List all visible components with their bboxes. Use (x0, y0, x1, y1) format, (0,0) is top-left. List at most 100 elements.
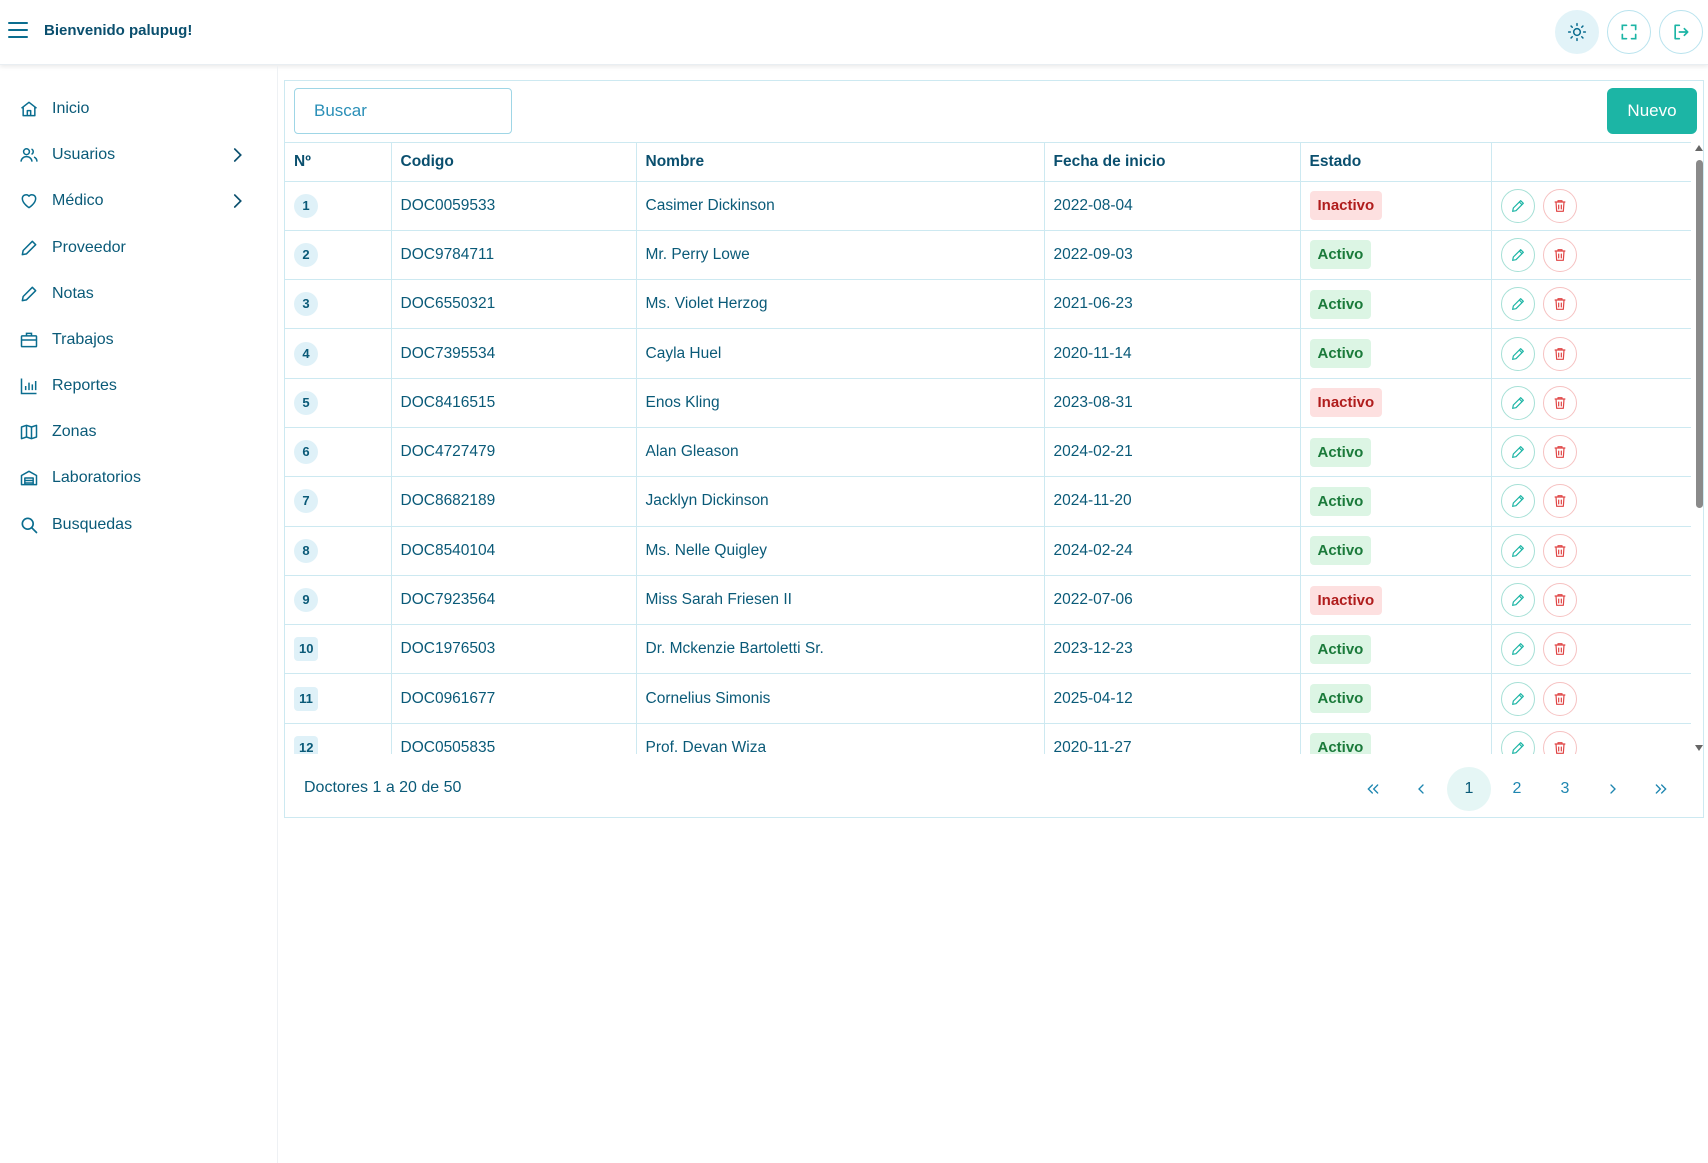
hamburger-menu-icon[interactable] (8, 22, 28, 40)
cell-acciones (1491, 624, 1691, 675)
trash-icon (1552, 740, 1568, 754)
sidebar-item-medico[interactable]: Médico (18, 184, 258, 218)
table-body: 1 DOC0059533 Casimer Dickinson 2022-08-04 In… (285, 181, 1691, 754)
delete-button[interactable] (1542, 484, 1577, 519)
cell-estado: Activo (1300, 673, 1492, 724)
edit-button[interactable] (1500, 681, 1535, 716)
table-row: 3 DOC6550321 Ms. Violet Herzog 2021-06-23 Ac… (285, 279, 1691, 330)
pencil-icon (1510, 346, 1526, 362)
edit-button[interactable] (1500, 188, 1535, 223)
cell-fecha: 2024-02-24 (1044, 526, 1301, 576)
scroll-thumb[interactable] (1696, 160, 1703, 508)
row-number-badge: 3 (294, 292, 318, 317)
sidebar-item-label: Notas (52, 285, 94, 302)
delete-button[interactable] (1542, 385, 1577, 420)
pencil-icon (1510, 740, 1526, 754)
delete-button[interactable] (1542, 632, 1577, 667)
search-input[interactable] (294, 88, 512, 134)
fullscreen-icon (1621, 24, 1637, 40)
cell-acciones (1491, 181, 1691, 231)
table-row: 2 DOC9784711 Mr. Perry Lowe 2022-09-03 Activ… (285, 230, 1691, 281)
pencil-icon (1510, 493, 1526, 509)
next-page-button[interactable] (1591, 767, 1635, 811)
sidebar-item-inicio[interactable]: Inicio (18, 92, 258, 126)
cell-estado: Activo (1300, 723, 1492, 754)
cell-fecha: 2024-02-21 (1044, 427, 1301, 478)
fullscreen-button[interactable] (1607, 10, 1651, 54)
row-number-badge: 4 (294, 341, 318, 366)
edit-button[interactable] (1500, 435, 1535, 470)
delete-button[interactable] (1542, 681, 1577, 716)
delete-button[interactable] (1542, 533, 1577, 568)
cell-nombre: Ms. Nelle Quigley (636, 526, 1045, 576)
table-row: 7 DOC8682189 Jacklyn Dickinson 2024-11-20 Ac… (285, 476, 1691, 527)
doctors-table-container[interactable]: Nº Codigo Nombre Fecha de inicio Estado … (285, 142, 1691, 754)
cell-acciones (1491, 673, 1691, 724)
table-scrollbar[interactable] (1693, 142, 1705, 754)
edit-button[interactable] (1500, 287, 1535, 322)
delete-button[interactable] (1542, 287, 1577, 322)
delete-button[interactable] (1542, 237, 1577, 272)
edit-button[interactable] (1500, 385, 1535, 420)
edit-button[interactable] (1500, 583, 1535, 618)
prev-page-button[interactable] (1399, 767, 1443, 811)
delete-button[interactable] (1542, 730, 1577, 754)
pencil-icon (1510, 691, 1526, 707)
status-badge: Inactivo (1309, 585, 1383, 615)
edit-button[interactable] (1500, 632, 1535, 667)
pencil-icon (1510, 641, 1526, 657)
table-row: 10 DOC1976503 Dr. Mckenzie Bartoletti Sr. 2… (285, 624, 1691, 675)
scroll-down-arrow-icon[interactable] (1695, 745, 1703, 751)
page-button-1[interactable]: 1 (1447, 767, 1491, 811)
cell-estado: Activo (1300, 279, 1492, 330)
row-number-badge: 11 (294, 686, 318, 711)
cell-codigo: DOC8540104 (391, 526, 637, 576)
edit-button[interactable] (1500, 336, 1535, 371)
last-page-button[interactable] (1639, 767, 1683, 811)
delete-button[interactable] (1542, 188, 1577, 223)
sidebar-item-reportes[interactable]: Reportes (18, 369, 258, 403)
logout-button[interactable] (1659, 10, 1703, 54)
cell-numero: 5 (285, 378, 392, 428)
cell-estado: Activo (1300, 526, 1492, 576)
cell-codigo: DOC1976503 (391, 624, 637, 675)
cell-estado: Activo (1300, 427, 1492, 478)
sidebar-item-notas[interactable]: Notas (18, 277, 258, 311)
cell-fecha: 2020-11-14 (1044, 328, 1301, 379)
pencil-icon (1510, 247, 1526, 263)
cell-codigo: DOC0505835 (391, 723, 637, 754)
pencil-icon (18, 237, 40, 259)
delete-button[interactable] (1542, 583, 1577, 618)
first-page-button[interactable] (1351, 767, 1395, 811)
delete-button[interactable] (1542, 336, 1577, 371)
trash-icon (1552, 346, 1568, 362)
cell-acciones (1491, 230, 1691, 281)
edit-button[interactable] (1500, 484, 1535, 519)
cell-nombre: Mr. Perry Lowe (636, 230, 1045, 281)
table-header-row: Nº Codigo Nombre Fecha de inicio Estado (285, 143, 1691, 182)
sidebar-item-trabajos[interactable]: Trabajos (18, 323, 258, 357)
sidebar-item-usuarios[interactable]: Usuarios (18, 138, 258, 172)
edit-button[interactable] (1500, 533, 1535, 568)
row-number-badge: 7 (294, 489, 318, 514)
cell-nombre: Miss Sarah Friesen II (636, 575, 1045, 626)
edit-button[interactable] (1500, 730, 1535, 754)
edit-button[interactable] (1500, 237, 1535, 272)
sidebar-item-laboratorios[interactable]: Laboratorios (18, 461, 258, 495)
cell-acciones (1491, 279, 1691, 330)
sidebar-item-zonas[interactable]: Zonas (18, 415, 258, 449)
sidebar-item-proveedor[interactable]: Proveedor (18, 231, 258, 265)
new-button[interactable]: Nuevo (1607, 88, 1697, 134)
cell-codigo: DOC4727479 (391, 427, 637, 478)
table-row: 1 DOC0059533 Casimer Dickinson 2022-08-04 In… (285, 181, 1691, 231)
page-button-3[interactable]: 3 (1543, 767, 1587, 811)
theme-toggle-button[interactable] (1555, 10, 1599, 54)
delete-button[interactable] (1542, 435, 1577, 470)
home-icon (18, 98, 40, 120)
page-button-2[interactable]: 2 (1495, 767, 1539, 811)
scroll-up-arrow-icon[interactable] (1695, 145, 1703, 151)
users-icon (18, 144, 40, 166)
cell-numero: 11 (285, 673, 392, 724)
sidebar-item-busquedas[interactable]: Busquedas (18, 508, 258, 542)
double-chevron-right-icon (1655, 784, 1667, 794)
